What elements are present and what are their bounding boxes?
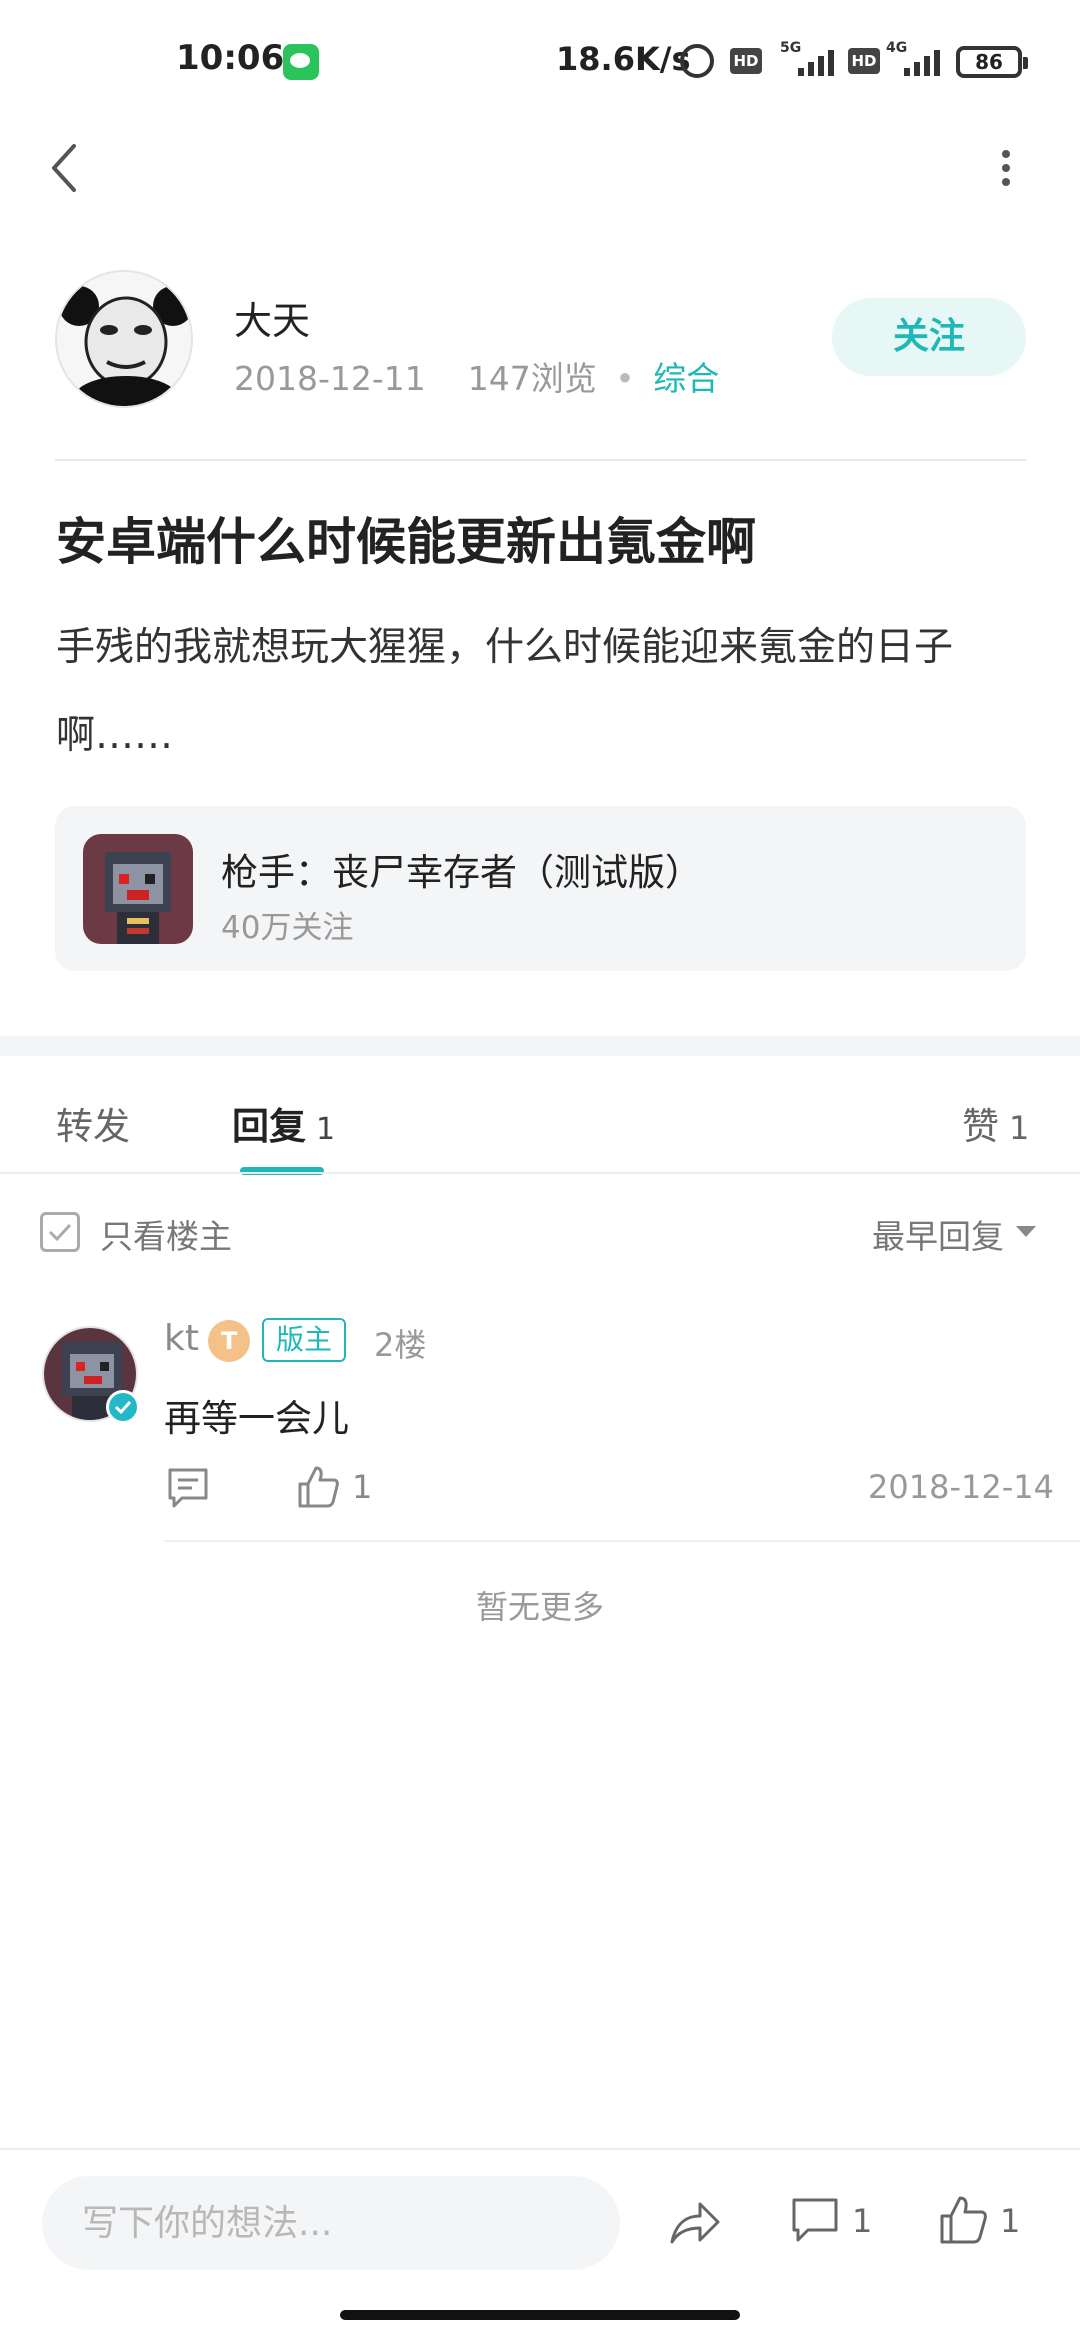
signal-icon-sim1 xyxy=(790,48,836,76)
like-count: 1 xyxy=(1000,2202,1021,2240)
divider xyxy=(0,2148,1080,2150)
post-body: 手残的我就想玩大猩猩，什么时候能迎来氪金的日子啊…… xyxy=(56,625,954,758)
tab-like-label: 赞 xyxy=(962,1105,999,1148)
reply-username[interactable]: kt xyxy=(164,1318,199,1359)
status-bar: 10:06 18.6K/s HD 5G HD 4G 86 xyxy=(0,0,1080,120)
tab-like-count: 1 xyxy=(1009,1109,1030,1147)
signal-icon-sim2 xyxy=(896,48,942,76)
comment-input[interactable] xyxy=(42,2176,620,2270)
comment-icon[interactable] xyxy=(790,2196,840,2246)
game-icon xyxy=(83,834,193,944)
hd-icon: HD xyxy=(730,48,762,74)
moderator-badge: 版主 xyxy=(262,1318,346,1362)
check-icon xyxy=(48,1223,72,1242)
post-date: 2018-12-11 xyxy=(234,359,426,398)
comment-count: 1 xyxy=(852,2202,873,2240)
game-name: 枪手：丧尸幸存者（测试版） xyxy=(221,851,702,894)
tab-reply-label: 回复 xyxy=(232,1105,306,1148)
divider xyxy=(164,1540,1080,1542)
battery-icon: 86 xyxy=(956,46,1028,78)
game-card[interactable]: 枪手：丧尸幸存者（测试版） 40万关注 xyxy=(55,806,1026,971)
hd-icon-2: HD xyxy=(848,48,880,74)
author-name[interactable]: 大天 xyxy=(234,290,310,345)
reply-like-icon[interactable] xyxy=(296,1464,340,1510)
reply-like-count: 1 xyxy=(352,1468,373,1506)
game-followers: 40万关注 xyxy=(221,910,354,946)
post-views: 147浏览 xyxy=(467,359,597,398)
sort-dropdown[interactable]: 最早回复 xyxy=(872,1210,1004,1258)
reply-date: 2018-12-14 xyxy=(868,1468,1054,1506)
section-separator xyxy=(0,1036,1080,1056)
tab-reply[interactable]: 回复 1 xyxy=(232,1096,335,1150)
status-time: 10:06 xyxy=(176,38,285,78)
meta-separator: • xyxy=(615,359,635,398)
no-more-label: 暂无更多 xyxy=(475,1588,604,1626)
post-category[interactable]: 综合 xyxy=(653,359,719,398)
only-op-label[interactable]: 只看楼主 xyxy=(100,1210,232,1258)
alarm-icon xyxy=(680,44,714,78)
back-arrow-icon[interactable] xyxy=(44,140,88,196)
only-op-checkbox[interactable] xyxy=(40,1212,80,1252)
share-icon[interactable] xyxy=(668,2198,722,2248)
like-icon[interactable] xyxy=(938,2194,988,2246)
post-meta: 2018-12-11 147浏览 • 综合 xyxy=(234,352,719,400)
divider xyxy=(0,1172,1080,1174)
tab-forward-label: 转发 xyxy=(56,1105,130,1148)
reply-comment-icon[interactable] xyxy=(166,1466,210,1510)
reply-text: 再等一会儿 xyxy=(164,1397,349,1440)
home-indicator[interactable] xyxy=(340,2310,740,2320)
verified-icon xyxy=(106,1390,140,1424)
wechat-notification-icon xyxy=(283,44,319,80)
caret-down-icon[interactable] xyxy=(1016,1226,1036,1237)
tab-forward[interactable]: 转发 xyxy=(56,1096,130,1150)
tab-like[interactable]: 赞1 xyxy=(962,1096,1029,1150)
floor-number: 2楼 xyxy=(374,1326,427,1364)
network-speed: 18.6K/s xyxy=(556,40,691,78)
post-title: 安卓端什么时候能更新出氪金啊 xyxy=(56,513,756,571)
more-options-icon[interactable] xyxy=(996,146,1016,190)
follow-button[interactable]: 关注 xyxy=(832,298,1026,376)
user-level-badge: T xyxy=(208,1320,250,1362)
divider xyxy=(55,459,1026,461)
tab-reply-count: 1 xyxy=(316,1112,336,1147)
author-avatar[interactable] xyxy=(55,270,193,408)
